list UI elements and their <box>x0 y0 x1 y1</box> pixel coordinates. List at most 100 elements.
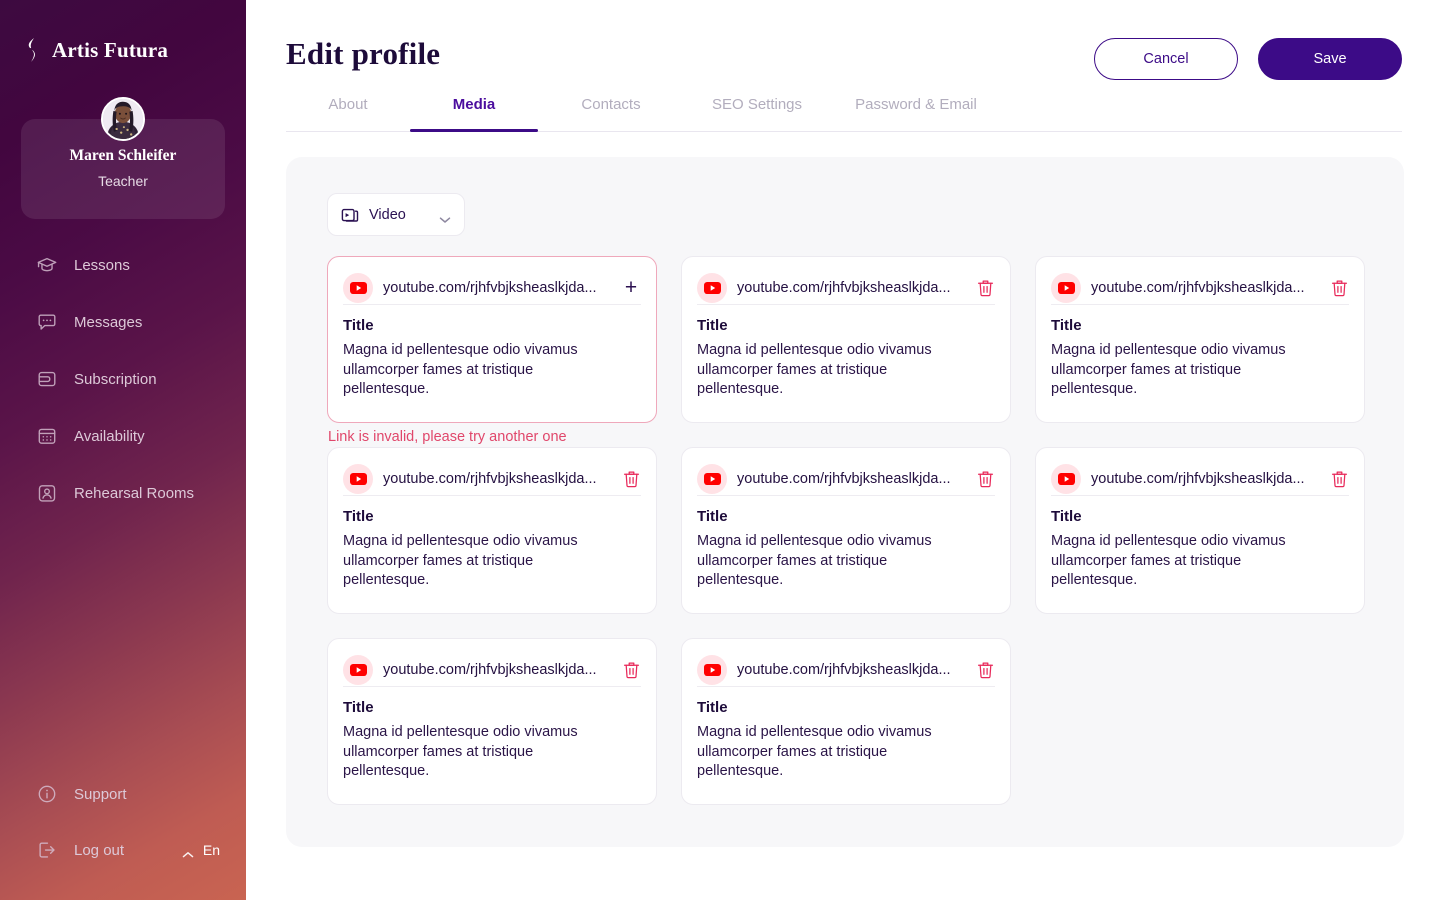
wallet-icon <box>36 368 58 390</box>
app-root: Artis Futura Maren Schleifer Teacher Les… <box>0 0 1440 900</box>
media-title: Title <box>1051 317 1082 334</box>
avatar <box>101 97 145 141</box>
media-url[interactable]: youtube.com/rjhfvbjksheaslkjda... <box>737 471 967 487</box>
media-card-header: youtube.com/rjhfvbjksheaslkjda... <box>343 653 641 687</box>
media-card-header: youtube.com/rjhfvbjksheaslkjda... <box>697 653 995 687</box>
trash-icon <box>977 279 994 297</box>
sidebar-item-lessons[interactable]: Lessons <box>0 245 246 285</box>
media-description: Magna id pellentesque odio vivamus ullam… <box>343 533 578 588</box>
youtube-icon <box>697 654 727 685</box>
plus-icon: + <box>624 276 638 299</box>
media-card-header: youtube.com/rjhfvbjksheaslkjda... <box>1051 462 1349 496</box>
media-type-label: Video <box>369 206 406 223</box>
sidebar-item-label: Support <box>74 785 127 803</box>
media-card[interactable]: youtube.com/rjhfvbjksheaslkjda... Title … <box>327 447 657 614</box>
media-description: Magna id pellentesque odio vivamus ullam… <box>1051 533 1286 588</box>
user-square-icon <box>36 482 58 504</box>
media-description: Magna id pellentesque odio vivamus ullam… <box>697 342 932 397</box>
media-card-slot: youtube.com/rjhfvbjksheaslkjda... Title … <box>681 638 1011 805</box>
sidebar-item-rehearsal-rooms[interactable]: Rehearsal Rooms <box>0 473 246 513</box>
sidebar-item-label: Messages <box>74 313 143 331</box>
media-title: Title <box>343 317 374 334</box>
youtube-icon <box>1051 272 1081 303</box>
media-description: Magna id pellentesque odio vivamus ullam… <box>343 342 578 397</box>
chevron-down-icon <box>439 211 451 223</box>
media-url[interactable]: youtube.com/rjhfvbjksheaslkjda... <box>1091 280 1321 296</box>
sidebar-item-availability[interactable]: Availability <box>0 416 246 456</box>
sidebar-item-label: Log out <box>74 841 125 859</box>
media-card-header: youtube.com/rjhfvbjksheaslkjda... <box>1051 271 1349 305</box>
media-card-header: youtube.com/rjhfvbjksheaslkjda... <box>343 462 641 496</box>
media-card[interactable]: youtube.com/rjhfvbjksheaslkjda... + Titl… <box>327 256 657 423</box>
media-card-slot: youtube.com/rjhfvbjksheaslkjda... Title … <box>1035 447 1365 614</box>
delete-media-button[interactable] <box>975 469 995 489</box>
add-media-button[interactable]: + <box>621 276 641 299</box>
youtube-icon <box>343 654 373 685</box>
youtube-icon <box>1051 463 1081 494</box>
sidebar-item-label: Availability <box>74 427 145 445</box>
tab-seo-settings[interactable]: SEO Settings <box>684 94 830 132</box>
delete-media-button[interactable] <box>621 469 641 489</box>
sidebar-nav: Lessons Messages Subscription Availabili… <box>0 245 246 530</box>
media-error-message: Link is invalid, please try another one <box>328 429 567 445</box>
delete-media-button[interactable] <box>975 660 995 680</box>
language-label: En <box>202 842 220 858</box>
media-description: Magna id pellentesque odio vivamus ullam… <box>697 533 932 588</box>
media-title: Title <box>1051 508 1082 525</box>
logout-icon <box>36 839 58 861</box>
media-card-grid: youtube.com/rjhfvbjksheaslkjda... + Titl… <box>327 256 1365 805</box>
header-actions: Cancel Save <box>1094 38 1402 80</box>
brand[interactable]: Artis Futura <box>22 36 168 64</box>
media-title: Title <box>697 508 728 525</box>
delete-media-button[interactable] <box>621 660 641 680</box>
youtube-icon <box>697 463 727 494</box>
info-circle-icon <box>36 783 58 805</box>
media-url[interactable]: youtube.com/rjhfvbjksheaslkjda... <box>383 471 613 487</box>
media-card[interactable]: youtube.com/rjhfvbjksheaslkjda... Title … <box>681 256 1011 423</box>
media-url[interactable]: youtube.com/rjhfvbjksheaslkjda... <box>383 280 613 296</box>
language-selector[interactable]: En <box>182 842 220 858</box>
cancel-button[interactable]: Cancel <box>1094 38 1238 80</box>
tab-about[interactable]: About <box>286 94 410 132</box>
delete-media-button[interactable] <box>1329 469 1349 489</box>
sidebar-item-messages[interactable]: Messages <box>0 302 246 342</box>
media-description: Magna id pellentesque odio vivamus ullam… <box>343 724 578 779</box>
sidebar-item-subscription[interactable]: Subscription <box>0 359 246 399</box>
media-card[interactable]: youtube.com/rjhfvbjksheaslkjda... Title … <box>1035 256 1365 423</box>
media-type-select[interactable]: Video <box>327 193 465 236</box>
tab-contacts[interactable]: Contacts <box>538 94 684 132</box>
media-card[interactable]: youtube.com/rjhfvbjksheaslkjda... Title … <box>1035 447 1365 614</box>
media-url[interactable]: youtube.com/rjhfvbjksheaslkjda... <box>1091 471 1321 487</box>
save-button[interactable]: Save <box>1258 38 1402 80</box>
media-card[interactable]: youtube.com/rjhfvbjksheaslkjda... Title … <box>327 638 657 805</box>
media-description: Magna id pellentesque odio vivamus ullam… <box>697 724 932 779</box>
user-card[interactable]: Maren Schleifer Teacher <box>21 97 225 219</box>
media-url[interactable]: youtube.com/rjhfvbjksheaslkjda... <box>383 662 613 678</box>
trash-icon <box>977 661 994 679</box>
media-title: Title <box>697 317 728 334</box>
media-url[interactable]: youtube.com/rjhfvbjksheaslkjda... <box>737 662 967 678</box>
delete-media-button[interactable] <box>975 278 995 298</box>
media-title: Title <box>343 699 374 716</box>
media-card[interactable]: youtube.com/rjhfvbjksheaslkjda... Title … <box>681 447 1011 614</box>
media-card[interactable]: youtube.com/rjhfvbjksheaslkjda... Title … <box>681 638 1011 805</box>
trash-icon <box>977 470 994 488</box>
delete-media-button[interactable] <box>1329 278 1349 298</box>
graduation-cap-icon <box>36 254 58 276</box>
brand-name: Artis Futura <box>52 37 169 62</box>
tab-media[interactable]: Media <box>410 94 538 132</box>
sidebar-item-support[interactable]: Support <box>0 774 246 814</box>
media-card-slot: youtube.com/rjhfvbjksheaslkjda... Title … <box>327 447 657 614</box>
artis-futura-mark-icon <box>22 36 42 64</box>
tab-password-email[interactable]: Password & Email <box>830 94 1002 132</box>
trash-icon <box>1331 470 1348 488</box>
youtube-icon <box>343 463 373 494</box>
chevron-up-icon <box>182 846 194 858</box>
media-url[interactable]: youtube.com/rjhfvbjksheaslkjda... <box>737 280 967 296</box>
user-name: Maren Schleifer <box>69 147 177 164</box>
profile-tabs: About Media Contacts SEO Settings Passwo… <box>286 94 1402 132</box>
trash-icon <box>1331 279 1348 297</box>
media-title: Title <box>697 699 728 716</box>
media-card-slot: youtube.com/rjhfvbjksheaslkjda... Title … <box>1035 256 1365 423</box>
media-card-slot: youtube.com/rjhfvbjksheaslkjda... Title … <box>681 256 1011 423</box>
